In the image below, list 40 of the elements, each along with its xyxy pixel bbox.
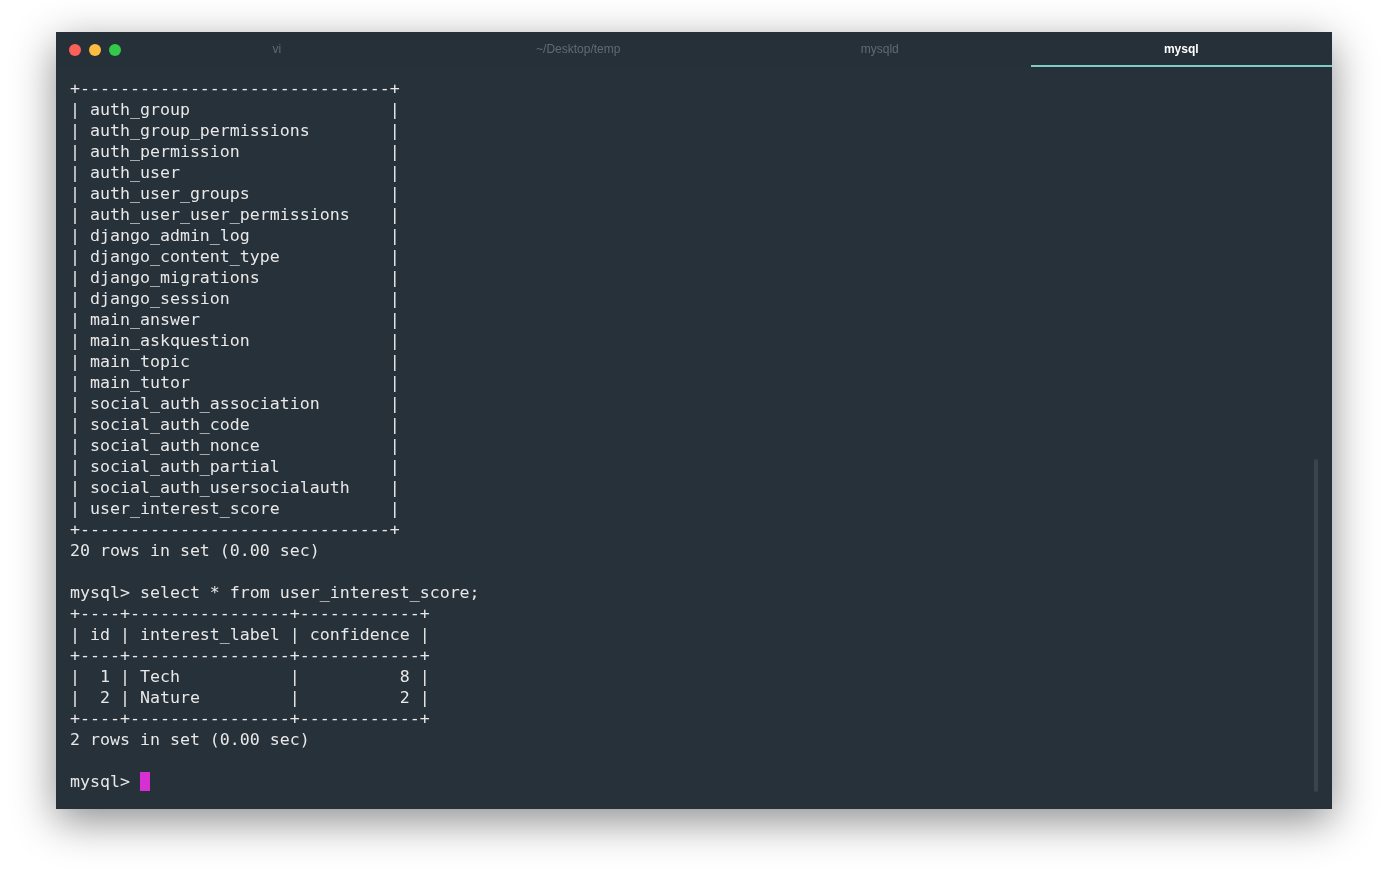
zoom-button[interactable]: [109, 43, 121, 56]
terminal-line: | user_interest_score |: [70, 498, 400, 519]
terminal-line: | auth_permission |: [70, 141, 400, 162]
terminal-line: | social_auth_association |: [70, 393, 400, 414]
terminal-line: | main_tutor |: [70, 372, 400, 393]
close-button[interactable]: [69, 43, 81, 56]
terminal-line: | social_auth_nonce |: [70, 435, 400, 456]
terminal-line: +-------------------------------+: [70, 78, 400, 99]
terminal-line: +----+----------------+------------+: [70, 603, 430, 624]
tab[interactable]: ~/Desktop/temp: [427, 32, 729, 67]
terminal-line: 20 rows in set (0.00 sec): [70, 540, 320, 561]
tab[interactable]: mysqld: [729, 32, 1031, 67]
terminal-line: mysql> select * from user_interest_score;: [70, 582, 480, 603]
terminal-line: | django_session |: [70, 288, 400, 309]
terminal-line: | main_answer |: [70, 309, 400, 330]
terminal-line: | social_auth_partial |: [70, 456, 400, 477]
terminal-line: | auth_user_groups |: [70, 183, 400, 204]
terminal-line: | auth_group_permissions |: [70, 120, 400, 141]
terminal-line: | django_migrations |: [70, 267, 400, 288]
terminal-line: 2 rows in set (0.00 sec): [70, 729, 310, 750]
terminal-line: | django_admin_log |: [70, 225, 400, 246]
terminal-line: | auth_user |: [70, 162, 400, 183]
terminal-line: | 1 | Tech | 8 |: [70, 666, 430, 687]
tab[interactable]: vi: [126, 32, 428, 67]
terminal-line: | main_askquestion |: [70, 330, 400, 351]
terminal-line: | 2 | Nature | 2 |: [70, 687, 430, 708]
terminal-line: | social_auth_code |: [70, 414, 400, 435]
terminal-line: | django_content_type |: [70, 246, 400, 267]
terminal-prompt: mysql>: [70, 771, 131, 792]
terminal-line: | id | interest_label | confidence |: [70, 624, 430, 645]
terminal-line: | auth_user_user_permissions |: [70, 204, 400, 225]
terminal-line: +----+----------------+------------+: [70, 645, 430, 666]
terminal-line: +-------------------------------+: [70, 519, 400, 540]
text-cursor: [139, 772, 150, 791]
terminal-line: +----+----------------+------------+: [70, 708, 430, 729]
minimize-button[interactable]: [89, 43, 101, 56]
terminal-line: | auth_group |: [70, 99, 400, 120]
terminal-line: | social_auth_usersocialauth |: [70, 477, 400, 498]
terminal-line: | main_topic |: [70, 351, 400, 372]
tab[interactable]: mysql: [1030, 32, 1332, 67]
